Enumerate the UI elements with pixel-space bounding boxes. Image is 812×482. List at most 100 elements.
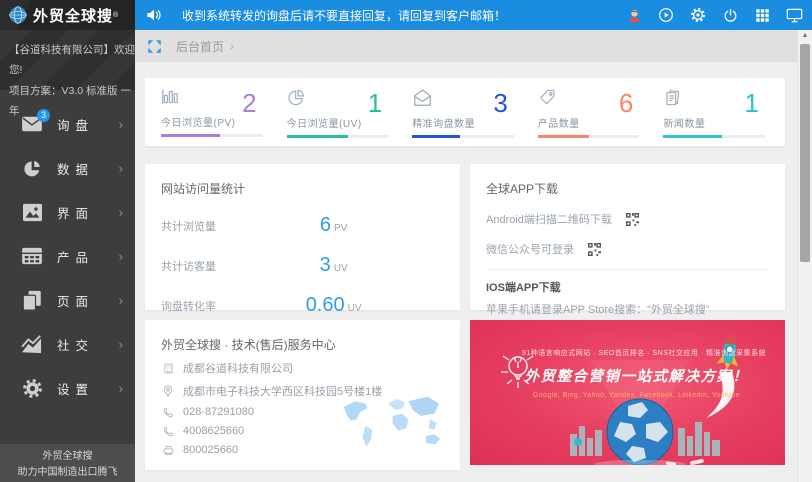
stat-label: 产品数量 bbox=[538, 115, 619, 130]
stat-label: 精准询盘数量 bbox=[412, 115, 493, 130]
sidebar-item-data[interactable]: 数据 › bbox=[0, 146, 135, 190]
stat-today-pv: 今日浏览量(PV) 2 bbox=[161, 88, 287, 146]
stat-news: 新闻数量 1 bbox=[663, 88, 769, 146]
app-root: 外贸全球搜 ® 【谷道科技有限公司】欢迎您! 项目方案：V3.0 标准版 一年 … bbox=[0, 0, 812, 482]
scrollbar-up-arrow[interactable]: ▲ bbox=[798, 30, 812, 42]
image-icon bbox=[20, 201, 44, 223]
gear-icon[interactable] bbox=[689, 6, 707, 24]
android-qr-code-icon[interactable] bbox=[626, 213, 639, 226]
chevron-right-icon: › bbox=[119, 205, 123, 220]
wechat-login-row: 微信公众号可登录 bbox=[486, 241, 769, 257]
stat-underline bbox=[538, 135, 640, 138]
gear-icon bbox=[20, 377, 44, 399]
visit-row-unit: PV bbox=[334, 223, 347, 234]
breadcrumb-separator: › bbox=[230, 39, 234, 53]
trend-chart-icon bbox=[20, 333, 44, 355]
sidebar-item-label: 询盘 bbox=[57, 115, 119, 134]
service-row-phone1: 028-87291080 bbox=[161, 406, 444, 418]
logo[interactable]: 外贸全球搜 ® bbox=[0, 0, 135, 30]
main-area: 收到系统转发的询盘后请不要直接回复，请回复到客户邮箱！ bbox=[135, 0, 812, 482]
stat-label: 今日浏览量(PV) bbox=[161, 114, 242, 129]
play-circle-icon[interactable] bbox=[657, 6, 675, 24]
footer-brand: 外贸全球搜 bbox=[0, 449, 135, 465]
phone-icon bbox=[161, 407, 175, 418]
visit-row-uv: 共计访客量 3UV bbox=[161, 254, 444, 277]
content-area: 今日浏览量(PV) 2 今日浏览量(UV) 1 bbox=[135, 62, 812, 482]
chevron-right-icon: › bbox=[119, 337, 123, 352]
power-icon[interactable] bbox=[721, 6, 739, 24]
banner-headline: 外贸整合营销一站式解决方案！ bbox=[522, 365, 751, 386]
app-download-panel: 全球APP下载 Android端扫描二维码下载 微信公众号可登录 bbox=[470, 164, 785, 310]
monitor-icon[interactable] bbox=[785, 6, 803, 24]
service-fax-text: 800025660 bbox=[183, 444, 238, 456]
expand-icon[interactable] bbox=[147, 39, 162, 54]
stat-value: 6 bbox=[619, 88, 639, 118]
sidebar-item-inquiry[interactable]: 3 询盘 › bbox=[0, 102, 135, 146]
service-row-phone2: 4008625660 bbox=[161, 425, 444, 437]
chevron-right-icon: › bbox=[119, 249, 123, 264]
location-pin-icon bbox=[161, 385, 175, 397]
stat-underline bbox=[161, 134, 263, 137]
sidebar-item-pages[interactable]: 页面 › bbox=[0, 278, 135, 322]
stat-value: 1 bbox=[745, 88, 765, 118]
sidebar-item-social[interactable]: 社交 › bbox=[0, 322, 135, 366]
banner-platforms: Google, Bing, Yahoo, Yandex, Facebook, L… bbox=[522, 392, 751, 399]
apps-grid-icon[interactable] bbox=[753, 6, 771, 24]
phone-icon bbox=[161, 426, 175, 437]
scrollbar-thumb[interactable] bbox=[800, 44, 810, 262]
chevron-right-icon: › bbox=[119, 381, 123, 396]
stat-value: 1 bbox=[368, 88, 388, 118]
chevron-right-icon: › bbox=[119, 161, 123, 176]
chevron-right-icon: › bbox=[119, 293, 123, 308]
logo-text: 外贸全球搜 bbox=[33, 5, 113, 26]
stat-underline bbox=[287, 135, 389, 138]
stat-today-uv: 今日浏览量(UV) 1 bbox=[287, 88, 413, 146]
vertical-scrollbar[interactable]: ▲ bbox=[797, 30, 812, 482]
sidebar-footer: 外贸全球搜 助力中国制造出口腾飞 bbox=[0, 444, 135, 482]
visit-row-pv: 共计浏览量 6PV bbox=[161, 214, 444, 237]
user-avatar-icon[interactable] bbox=[625, 6, 643, 24]
sidebar-item-label: 产品 bbox=[57, 247, 119, 266]
wechat-qr-code-icon[interactable] bbox=[588, 243, 601, 256]
stat-label: 新闻数量 bbox=[663, 115, 744, 130]
stat-value: 2 bbox=[242, 88, 262, 118]
sidebar-item-settings[interactable]: 设置 › bbox=[0, 366, 135, 410]
divider bbox=[486, 269, 769, 270]
visit-row-label: 共计浏览量 bbox=[161, 218, 288, 234]
service-center-panel: 外贸全球搜 · 技术(售后)服务中心 成都谷道科技有限公司 成都市电子科技大学西… bbox=[145, 320, 460, 470]
sidebar-item-label: 社交 bbox=[57, 335, 119, 354]
tag-icon bbox=[538, 94, 557, 111]
visit-row-conversion: 询盘转化率 0.60UV bbox=[161, 294, 444, 317]
pie-icon bbox=[287, 94, 306, 111]
bar-chart-icon bbox=[161, 93, 181, 110]
news-icon bbox=[663, 94, 682, 111]
inquiry-badge: 3 bbox=[37, 109, 50, 122]
visit-row-unit: UV bbox=[334, 263, 348, 274]
stat-label: 今日浏览量(UV) bbox=[287, 115, 368, 130]
product-grid-icon bbox=[20, 245, 44, 267]
sidebar-item-products[interactable]: 产品 › bbox=[0, 234, 135, 278]
sidebar-item-label: 界面 bbox=[57, 203, 119, 222]
sidebar: 外贸全球搜 ® 【谷道科技有限公司】欢迎您! 项目方案：V3.0 标准版 一年 … bbox=[0, 0, 135, 482]
visit-row-value: 3 bbox=[320, 254, 331, 276]
stat-inquiries: 精准询盘数量 3 bbox=[412, 88, 538, 146]
visit-row-unit: UV bbox=[348, 303, 362, 314]
stat-value: 3 bbox=[493, 88, 513, 118]
visit-row-value: 6 bbox=[320, 214, 331, 236]
sidebar-menu: 3 询盘 › 数据 › 界面 › bbox=[0, 90, 135, 444]
welcome-box: 【谷道科技有限公司】欢迎您! 项目方案：V3.0 标准版 一年 bbox=[0, 30, 135, 90]
sidebar-item-interface[interactable]: 界面 › bbox=[0, 190, 135, 234]
breadcrumb-home-link[interactable]: 后台首页 bbox=[176, 38, 224, 55]
promo-banner[interactable]: 91种语言响应式网站 · SEO首页排名 · SNS社交应用 · 精准询盘采集系… bbox=[470, 320, 785, 465]
building-icon bbox=[161, 363, 175, 374]
ios-download-desc: 苹果手机请登录APP Store搜索：“外贸全球搜” bbox=[486, 301, 769, 317]
top-bar: 收到系统转发的询盘后请不要直接回复，请回复到客户邮箱！ bbox=[135, 0, 812, 30]
stat-underline bbox=[412, 135, 514, 138]
service-center-title: 外贸全球搜 · 技术(售后)服务中心 bbox=[161, 336, 444, 353]
sidebar-item-label: 页面 bbox=[57, 291, 119, 310]
visit-row-label: 共计访客量 bbox=[161, 258, 288, 274]
welcome-company: 【谷道科技有限公司】欢迎您! bbox=[9, 40, 135, 81]
android-download-row: Android端扫描二维码下载 bbox=[486, 211, 769, 227]
globe-logo-icon bbox=[8, 5, 28, 25]
sidebar-item-label: 设置 bbox=[57, 379, 119, 398]
